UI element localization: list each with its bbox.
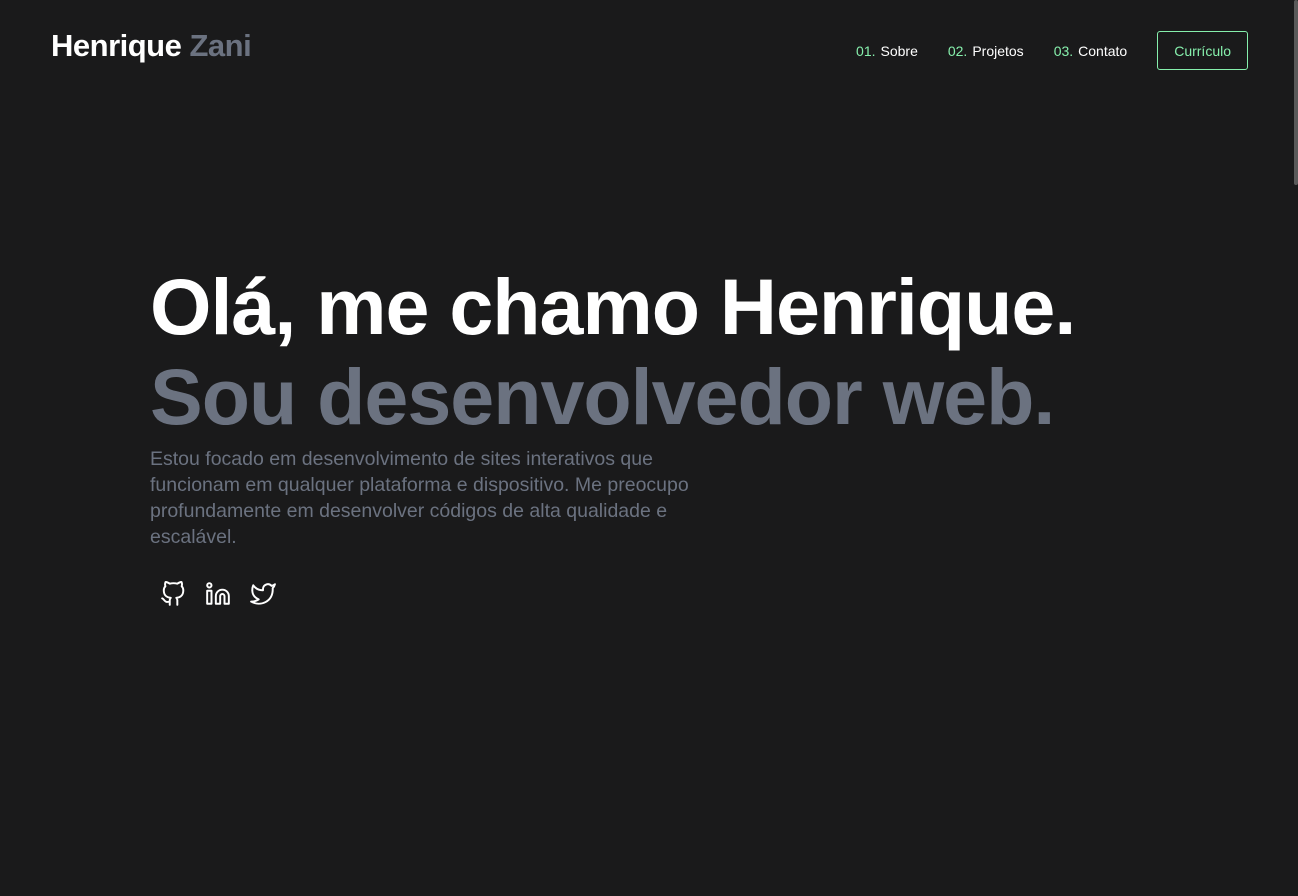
linkedin-icon (205, 581, 231, 612)
nav-item-number: 01. (856, 42, 876, 59)
github-icon (160, 580, 186, 612)
hero-bio: Estou focado em desenvolvimento de sites… (150, 448, 689, 548)
page: Henrique Zani 01. Sobre 02. Projetos 03.… (0, 0, 1298, 896)
github-link[interactable] (160, 580, 186, 612)
nav-item-label: Projetos (972, 42, 1024, 59)
hero-headline: Olá, me chamo Henrique. (150, 262, 1076, 351)
nav-item-sobre[interactable]: 01. Sobre (856, 43, 918, 59)
scrollbar-thumb[interactable] (1294, 0, 1298, 185)
nav-item-label: Sobre (880, 42, 918, 59)
twitter-link[interactable] (250, 581, 276, 612)
logo[interactable]: Henrique Zani (51, 28, 252, 64)
social-links (160, 580, 1075, 612)
twitter-icon (250, 581, 276, 612)
nav-item-number: 02. (947, 42, 968, 59)
scrollbar[interactable] (1294, 0, 1298, 896)
hero-section: Olá, me chamo Henrique. Sou desenvolvedo… (150, 262, 1076, 612)
logo-first-name: Henrique (51, 28, 182, 63)
logo-last-name: Zani (189, 28, 252, 63)
nav-item-label: Contato (1078, 42, 1128, 59)
nav-item-contato[interactable]: 03. Contato (1054, 43, 1128, 59)
linkedin-link[interactable] (205, 581, 231, 612)
hero-subline: Sou desenvolvedor web. (150, 352, 1055, 441)
nav-item-projetos[interactable]: 02. Projetos (948, 43, 1024, 59)
main-nav: 01. Sobre 02. Projetos 03. Contato Currí… (856, 31, 1248, 70)
nav-item-number: 03. (1053, 42, 1074, 59)
curriculo-button[interactable]: Currículo (1157, 31, 1248, 70)
